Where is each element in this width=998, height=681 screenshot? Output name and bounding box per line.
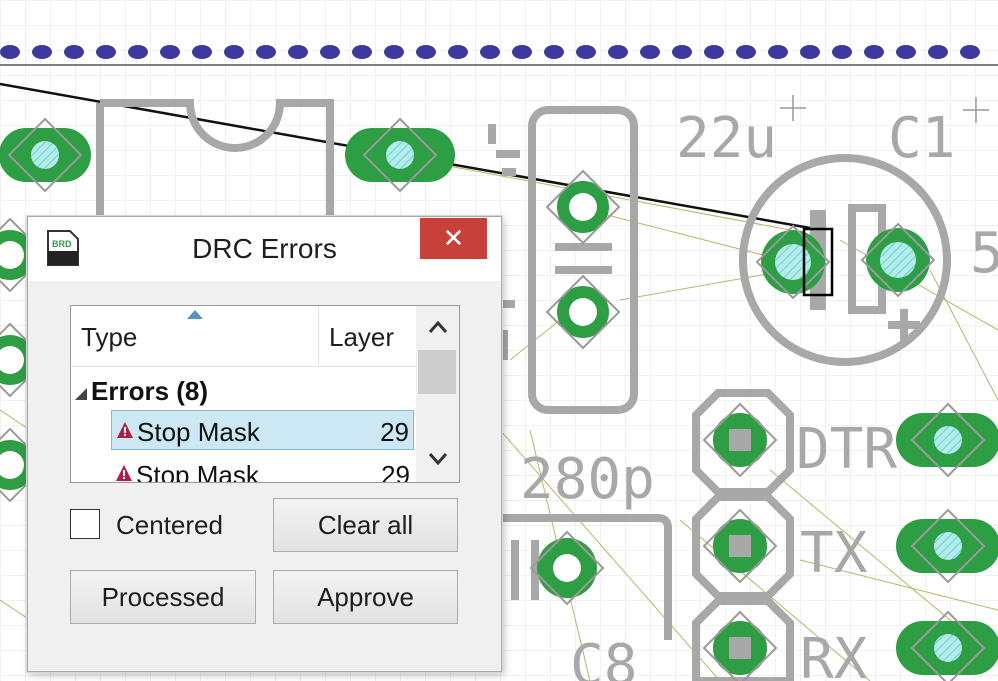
edge-dot	[896, 45, 916, 59]
edge-dot	[224, 45, 244, 59]
edge-dot	[0, 45, 20, 59]
error-row-2[interactable]: Stop Mask 29	[111, 454, 414, 483]
errors-group[interactable]: Errors (8)	[75, 376, 208, 407]
label-cap-name-2: C8	[570, 633, 637, 681]
label-cap-name: C1	[888, 106, 955, 171]
edge-dot	[544, 45, 564, 59]
scroll-thumb[interactable]	[418, 350, 456, 394]
edge-dot	[576, 45, 596, 59]
row-type: Stop Mask	[137, 417, 260, 447]
edge-dot	[416, 45, 436, 59]
label-tx: TX	[800, 521, 868, 586]
warning-icon	[117, 422, 133, 438]
edge-dot	[928, 45, 948, 59]
edge-dot	[448, 45, 468, 59]
edge-dot	[960, 45, 980, 59]
label-cap-value-2: 280p	[520, 447, 655, 512]
column-header-type[interactable]: Type	[81, 322, 137, 353]
edge-dot	[768, 45, 788, 59]
edge-dot	[192, 45, 212, 59]
row-layer: 29	[380, 417, 409, 447]
edge-dot	[320, 45, 340, 59]
sort-ascending-icon	[187, 310, 203, 319]
chevron-down-icon	[428, 453, 447, 466]
row-type: Stop Mask	[136, 460, 259, 483]
edge-dot	[32, 45, 52, 59]
error-row-1[interactable]: Stop Mask 29	[111, 410, 414, 450]
approve-button[interactable]: Approve	[273, 570, 458, 624]
chevron-up-icon	[428, 320, 447, 333]
list-header: Type Layer	[71, 306, 416, 367]
errors-list[interactable]: Type Layer Errors (8) Stop Mask 29 Stop …	[70, 305, 460, 483]
edge-dot	[160, 45, 180, 59]
scroll-down-button[interactable]	[416, 444, 459, 474]
label-cap-value: 22u	[676, 106, 777, 171]
edge-dot	[512, 45, 532, 59]
edge-dot	[128, 45, 148, 59]
edge-dot	[704, 45, 724, 59]
edge-dot	[800, 45, 820, 59]
edge-dot	[736, 45, 756, 59]
errors-group-label: Errors (8)	[91, 376, 209, 406]
edge-dot	[384, 45, 404, 59]
expand-triangle-icon[interactable]	[75, 387, 87, 400]
edge-dot	[96, 45, 116, 59]
edge-dot	[608, 45, 628, 59]
edge-dot	[256, 45, 276, 59]
edge-dot	[64, 45, 84, 59]
list-scrollbar[interactable]	[416, 306, 459, 482]
dialog-titlebar[interactable]: BRD DRC Errors ✕	[28, 217, 501, 281]
label-dtr: DTR	[796, 417, 897, 482]
label-rx: RX	[800, 627, 868, 681]
edge-dot	[352, 45, 372, 59]
label-edge-digit: 5	[970, 221, 998, 286]
close-button[interactable]: ✕	[420, 218, 487, 259]
close-icon: ✕	[442, 223, 465, 253]
scroll-up-button[interactable]	[416, 312, 459, 342]
clear-all-button[interactable]: Clear all	[273, 498, 458, 552]
processed-button[interactable]: Processed	[70, 570, 256, 624]
centered-checkbox[interactable]	[70, 509, 100, 539]
edge-dot	[640, 45, 660, 59]
edge-dot	[288, 45, 308, 59]
edge-dot	[672, 45, 692, 59]
centered-label: Centered	[116, 510, 223, 540]
edge-dot	[832, 45, 852, 59]
edge-dot	[864, 45, 884, 59]
warning-icon	[116, 465, 132, 481]
drc-errors-dialog: BRD DRC Errors ✕ Type Layer Errors (8) S…	[27, 216, 502, 672]
column-header-layer[interactable]: Layer	[329, 322, 394, 353]
row-layer: 29	[381, 460, 410, 483]
edge-dot	[480, 45, 500, 59]
